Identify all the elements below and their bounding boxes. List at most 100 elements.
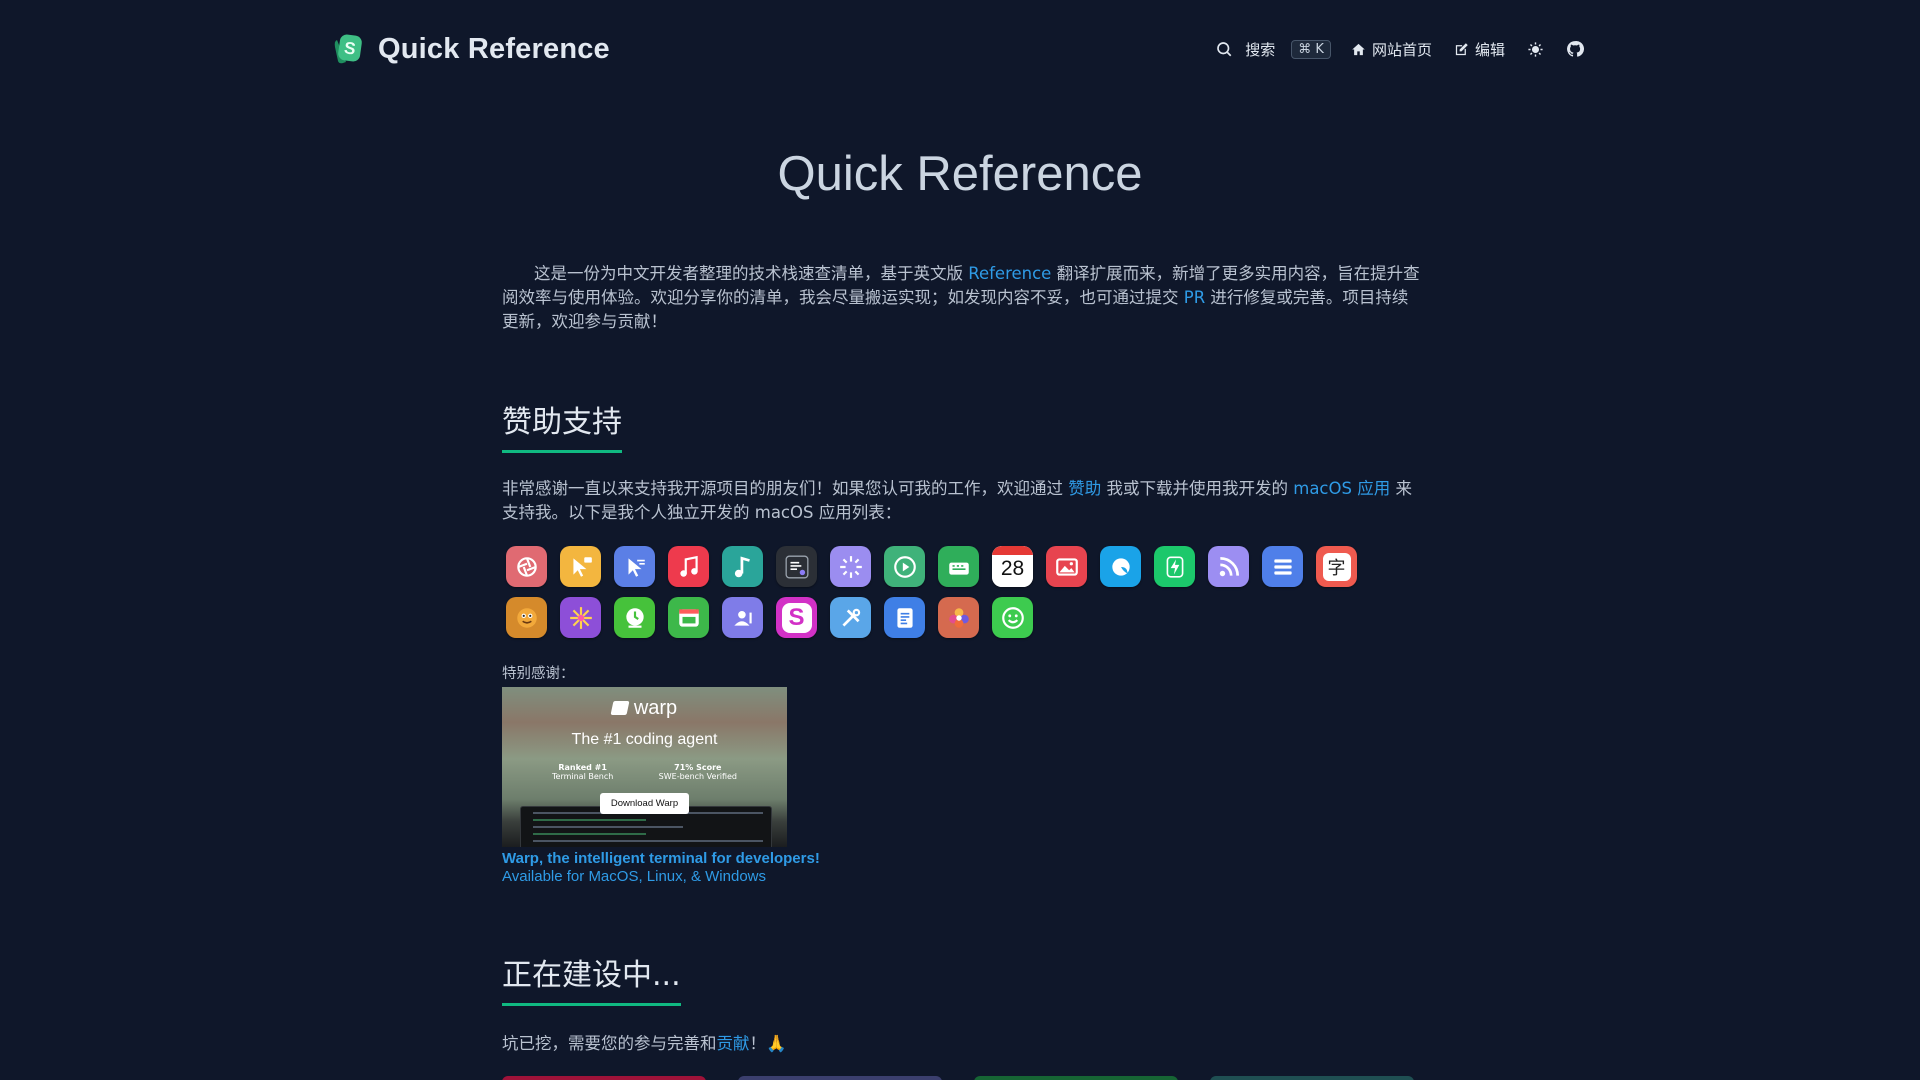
reference-link[interactable]: Reference: [968, 264, 1051, 283]
app-icon-list: 28 字 S: [506, 546, 1406, 638]
app-pointer-button[interactable]: [614, 546, 655, 587]
app-color-burst-button[interactable]: [560, 597, 601, 638]
sponsor-heading: 赞助支持: [502, 402, 622, 453]
top-header: S Quick Reference 搜索 ⌘ K 网站首页 编辑: [330, 30, 1584, 68]
reference-card[interactable]: [502, 1076, 706, 1080]
music-note-icon: [676, 554, 702, 580]
pr-link[interactable]: PR: [1184, 288, 1205, 307]
terminal-icon: [784, 554, 810, 580]
search-button[interactable]: 搜索 ⌘ K: [1215, 39, 1331, 60]
reference-card[interactable]: [974, 1076, 1178, 1080]
app-calendar-button[interactable]: 28: [992, 546, 1033, 587]
bolt-icon: [1162, 554, 1188, 580]
bubble-icon: [1108, 554, 1134, 580]
warp-score-sub: SWE-bench Verified: [658, 772, 737, 781]
warp-caption-title[interactable]: Warp, the intelligent terminal for devel…: [502, 850, 820, 867]
sponsor-paragraph: 非常感谢一直以来支持我开源项目的朋友们！如果您认可我的工作，欢迎通过 赞助 我或…: [502, 477, 1420, 525]
reference-card[interactable]: [1210, 1076, 1414, 1080]
app-keyboard-button[interactable]: [938, 546, 979, 587]
brand-title: Quick Reference: [378, 32, 610, 65]
page-title: Quick Reference: [777, 147, 1143, 201]
contacts-icon: [730, 605, 756, 631]
color-burst-icon: [568, 605, 594, 631]
warp-rank-title: Ranked #1: [558, 763, 607, 772]
app-mascot-button[interactable]: [506, 597, 547, 638]
letter-s-icon: S: [781, 602, 812, 633]
theme-toggle-button[interactable]: [1527, 41, 1544, 58]
search-label: 搜索: [1245, 40, 1276, 59]
app-list-button[interactable]: [1262, 546, 1303, 587]
aperture-icon: [514, 554, 540, 580]
logo-icon: S: [334, 34, 362, 64]
app-flower-button[interactable]: [938, 597, 979, 638]
app-window-button[interactable]: [668, 597, 709, 638]
edit-icon: [1455, 42, 1468, 55]
warp-tagline: The #1 coding agent: [571, 731, 718, 748]
mascot-icon: [514, 605, 540, 631]
page: S Quick Reference 搜索 ⌘ K 网站首页 编辑 Quick R…: [0, 0, 1920, 1080]
calendar-icon: 28: [992, 546, 1033, 587]
github-icon: [1567, 41, 1584, 57]
reference-card[interactable]: [738, 1076, 942, 1080]
music-teal-icon: [730, 554, 756, 580]
reference-cards: [502, 1076, 1414, 1080]
sponsor-text-2: 我或下载并使用我开发的: [1101, 479, 1294, 498]
home-link[interactable]: 网站首页: [1351, 39, 1432, 60]
list-icon: [1270, 554, 1296, 580]
document-icon: [892, 605, 918, 631]
app-clock-button[interactable]: [614, 597, 655, 638]
sponsor-link[interactable]: 赞助: [1068, 479, 1101, 498]
home-icon: [1352, 43, 1365, 55]
edit-label: 编辑: [1474, 40, 1505, 59]
photo-icon: [1054, 554, 1080, 580]
warp-score-title: 71% Score: [674, 763, 722, 772]
brand-home-link[interactable]: S Quick Reference: [330, 31, 610, 67]
app-music-teal-button[interactable]: [722, 546, 763, 587]
app-character-button[interactable]: 字: [1316, 546, 1357, 587]
app-smile-button[interactable]: [992, 597, 1033, 638]
window-icon: [676, 605, 702, 631]
app-photo-button[interactable]: [1046, 546, 1087, 587]
app-tools-button[interactable]: [830, 597, 871, 638]
app-contacts-button[interactable]: [722, 597, 763, 638]
warp-mark-icon: [610, 701, 630, 715]
smile-icon: [1000, 605, 1026, 631]
warp-score-badge: 71% Score SWE-bench Verified: [659, 763, 737, 781]
warp-caption-sub[interactable]: Available for MacOS, Linux, & Windows: [502, 868, 766, 885]
app-rss-button[interactable]: [1208, 546, 1249, 587]
app-terminal-button[interactable]: [776, 546, 817, 587]
app-play-button[interactable]: [884, 546, 925, 587]
app-aperture-button[interactable]: [506, 546, 547, 587]
header-nav: 搜索 ⌘ K 网站首页 编辑: [1215, 39, 1584, 60]
sponsor-text-1: 非常感谢一直以来支持我开源项目的朋友们！如果您认可我的工作，欢迎通过: [502, 479, 1069, 498]
download-warp-button[interactable]: Download Warp: [600, 793, 689, 814]
app-letter-s-button[interactable]: S: [776, 597, 817, 638]
pointer-icon: [622, 554, 648, 580]
app-sparkle-cursor-button[interactable]: [830, 546, 871, 587]
github-link[interactable]: [1566, 40, 1584, 58]
app-document-button[interactable]: [884, 597, 925, 638]
wip-paragraph: 坑已挖，需要您的参与完善和贡献！🙏: [502, 1030, 787, 1054]
flower-icon: [946, 605, 972, 631]
warp-rankings: Ranked #1 Terminal Bench 71% Score SWE-ben…: [552, 763, 737, 781]
app-bubble-button[interactable]: [1100, 546, 1141, 587]
search-shortcut: ⌘ K: [1291, 39, 1331, 59]
warp-ad-banner[interactable]: warp The #1 coding agent Ranked #1 Termin…: [502, 687, 787, 847]
warp-logo: warp: [502, 697, 787, 720]
warp-rank-badge: Ranked #1 Terminal Bench: [552, 763, 613, 781]
intro-text-1: 这是一份为中文开发者整理的技术栈速查清单，基于英文版: [534, 264, 969, 283]
edit-link[interactable]: 编辑: [1454, 39, 1505, 60]
cursor-note-icon: [568, 554, 594, 580]
contribute-link[interactable]: 贡献: [717, 1034, 750, 1053]
app-bolt-button[interactable]: [1154, 546, 1195, 587]
intro-paragraph: 这是一份为中文开发者整理的技术栈速查清单，基于英文版 Reference 翻译扩…: [502, 262, 1420, 334]
macos-apps-link[interactable]: macOS 应用: [1293, 479, 1390, 498]
app-cursor-note-button[interactable]: [560, 546, 601, 587]
tools-icon: [838, 605, 864, 631]
character-icon: 字: [1322, 552, 1351, 581]
calendar-day: 28: [1000, 557, 1025, 580]
search-icon: [1217, 42, 1232, 57]
special-thanks-label: 特别感谢：: [502, 666, 575, 682]
app-music-note-button[interactable]: [668, 546, 709, 587]
wip-heading: 正在建设中...: [502, 955, 681, 1006]
